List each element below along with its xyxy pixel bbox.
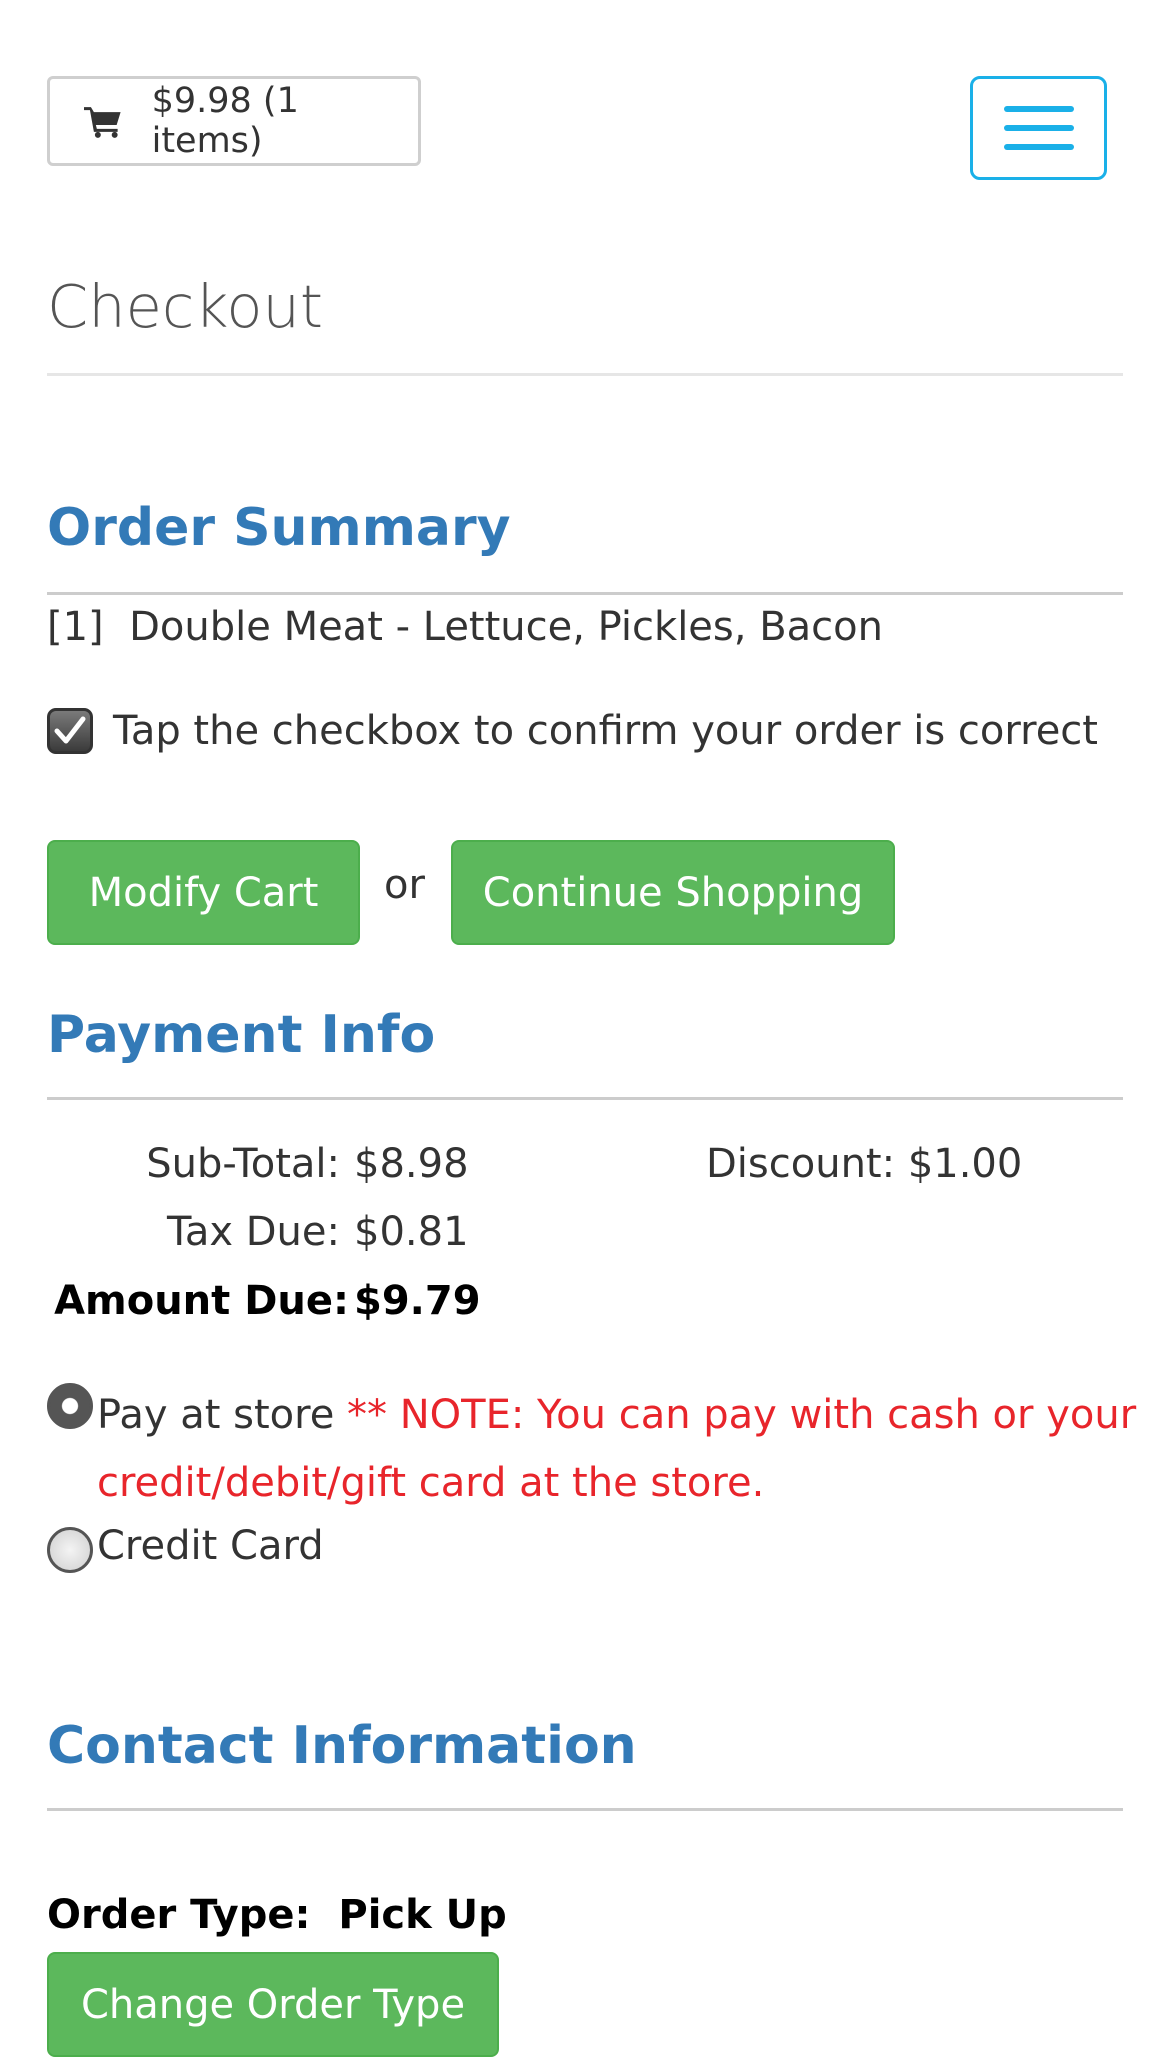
page-title: Checkout xyxy=(47,272,324,341)
pay-at-store-label: Pay at store xyxy=(97,1392,335,1438)
payment-info-divider xyxy=(47,1097,1123,1100)
cart-summary-text: $9.98 (1 items) xyxy=(151,81,299,161)
title-divider xyxy=(47,373,1123,376)
order-summary-divider xyxy=(47,592,1123,595)
pay-at-store-radio[interactable] xyxy=(47,1383,93,1429)
tax-label: Tax Due: xyxy=(167,1209,340,1255)
amount-due-label: Amount Due: xyxy=(54,1278,349,1324)
tax-value: $0.81 xyxy=(354,1209,469,1255)
contact-info-heading: Contact Information xyxy=(47,1716,637,1776)
order-type-label: Order Type: xyxy=(47,1892,311,1938)
order-summary-heading: Order Summary xyxy=(47,498,511,558)
pay-at-store-option: Pay at store ** NOTE: You can pay with c… xyxy=(97,1381,1136,1517)
order-item: [1] Double Meat - Lettuce, Pickles, Baco… xyxy=(47,604,883,650)
cart-summary-button[interactable]: $9.98 (1 items) xyxy=(47,76,421,166)
subtotal-label: Sub-Total: xyxy=(146,1141,340,1187)
subtotal-value: $8.98 xyxy=(354,1141,469,1187)
discount-label: Discount: xyxy=(706,1141,896,1187)
confirm-order-label: Tap the checkbox to confirm your order i… xyxy=(113,708,1098,754)
modify-cart-button[interactable]: Modify Cart xyxy=(47,840,360,945)
discount-value: $1.00 xyxy=(907,1141,1023,1187)
or-separator: or xyxy=(384,862,425,908)
item-description: Double Meat - Lettuce, Pickles, Bacon xyxy=(129,604,883,650)
credit-card-radio[interactable] xyxy=(47,1527,93,1573)
pay-at-store-note-continued: credit/debit/gift card at the store. xyxy=(97,1460,765,1506)
confirm-order-checkbox[interactable] xyxy=(47,708,93,754)
change-order-type-button[interactable]: Change Order Type xyxy=(47,1952,499,2057)
payment-info-heading: Payment Info xyxy=(47,1005,436,1065)
pay-at-store-note: ** NOTE: You can pay with cash or your xyxy=(347,1392,1137,1438)
order-type-value: Pick Up xyxy=(338,1892,507,1938)
hamburger-menu-icon xyxy=(1003,106,1074,112)
amount-due-value: $9.79 xyxy=(354,1278,481,1324)
contact-info-divider xyxy=(47,1808,1123,1811)
credit-card-label: Credit Card xyxy=(97,1523,324,1569)
checkmark-icon xyxy=(54,716,86,744)
confirm-order-row: Tap the checkbox to confirm your order i… xyxy=(47,708,1098,754)
shopping-cart-icon xyxy=(84,107,121,138)
item-quantity: [1] xyxy=(47,604,104,650)
menu-toggle-button[interactable] xyxy=(970,76,1107,180)
discount-row: Discount: $1.00 xyxy=(706,1141,1022,1187)
order-type-row: Order Type: Pick Up xyxy=(47,1892,507,1938)
continue-shopping-button[interactable]: Continue Shopping xyxy=(451,840,895,945)
